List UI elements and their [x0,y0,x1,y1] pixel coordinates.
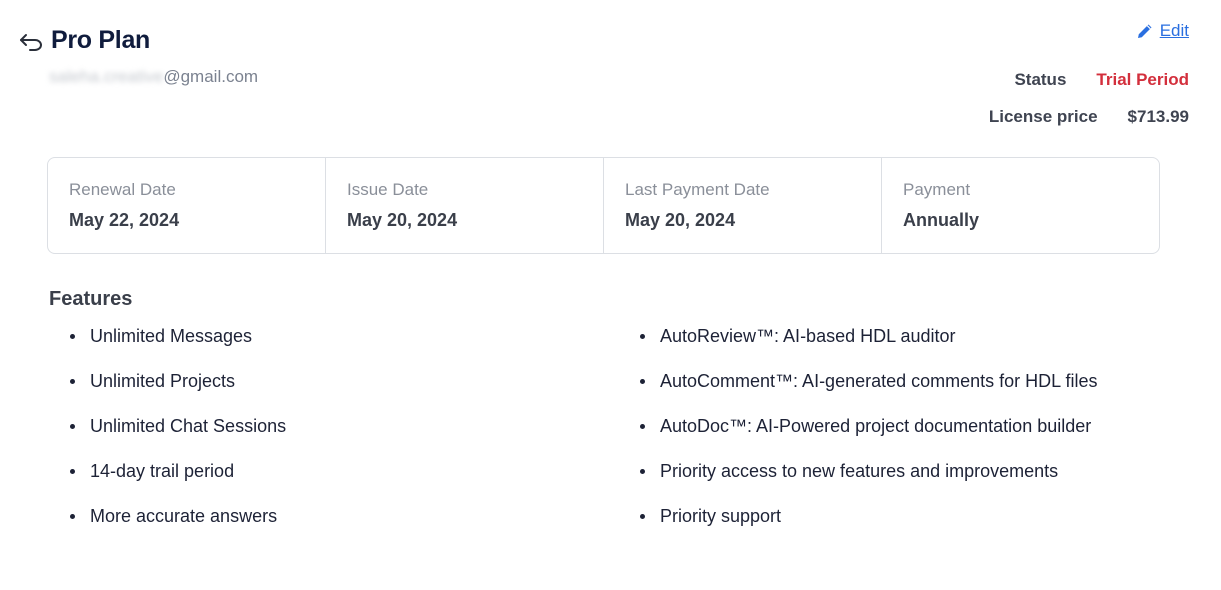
pencil-icon [1137,24,1152,38]
list-item: AutoComment™: AI-generated comments for … [640,367,1098,412]
user-email: saleha.creative@gmail.com [49,67,258,87]
card-payment: Payment Annually [882,158,1159,253]
email-domain: @gmail.com [163,67,259,86]
card-value: May 20, 2024 [625,210,736,230]
list-item: Priority access to new features and impr… [640,457,1098,502]
card-renewal-date: Renewal Date May 22, 2024 [48,158,326,253]
page-title: Pro Plan [51,26,151,54]
price-label: License price [988,107,1098,126]
features-list-left: Unlimited Messages Unlimited Projects Un… [70,322,286,547]
back-arrow-icon [20,34,42,51]
card-label: Issue Date [347,180,429,199]
status-badge: Trial Period [1096,70,1189,89]
card-last-payment-date: Last Payment Date May 20, 2024 [604,158,882,253]
list-item: Unlimited Messages [70,322,286,367]
card-label: Renewal Date [69,180,176,199]
price-value: $713.99 [1127,107,1189,126]
list-item: AutoReview™: AI-based HDL auditor [640,322,1098,367]
card-label: Payment [903,180,971,199]
plan-details-cards: Renewal Date May 22, 2024 Issue Date May… [47,157,1160,254]
card-issue-date: Issue Date May 20, 2024 [326,158,604,253]
features-heading: Features [49,288,133,310]
edit-button[interactable]: Edit [1136,21,1189,41]
status-row: Status Trial Period [1014,70,1189,90]
card-value: May 20, 2024 [347,210,458,230]
card-value: May 22, 2024 [69,210,180,230]
features-list-right: AutoReview™: AI-based HDL auditor AutoCo… [640,322,1098,547]
list-item: 14-day trail period [70,457,286,502]
list-item: More accurate answers [70,502,286,547]
card-label: Last Payment Date [625,180,770,199]
card-value: Annually [903,210,980,230]
list-item: AutoDoc™: AI-Powered project documentati… [640,412,1098,457]
list-item: Priority support [640,502,1098,547]
price-row: License price $713.99 [989,107,1189,127]
status-label: Status [1014,70,1067,89]
list-item: Unlimited Projects [70,367,286,412]
edit-label: Edit [1159,21,1189,40]
back-button[interactable] [18,30,46,54]
list-item: Unlimited Chat Sessions [70,412,286,457]
email-username-blurred: saleha.creative [49,67,164,86]
